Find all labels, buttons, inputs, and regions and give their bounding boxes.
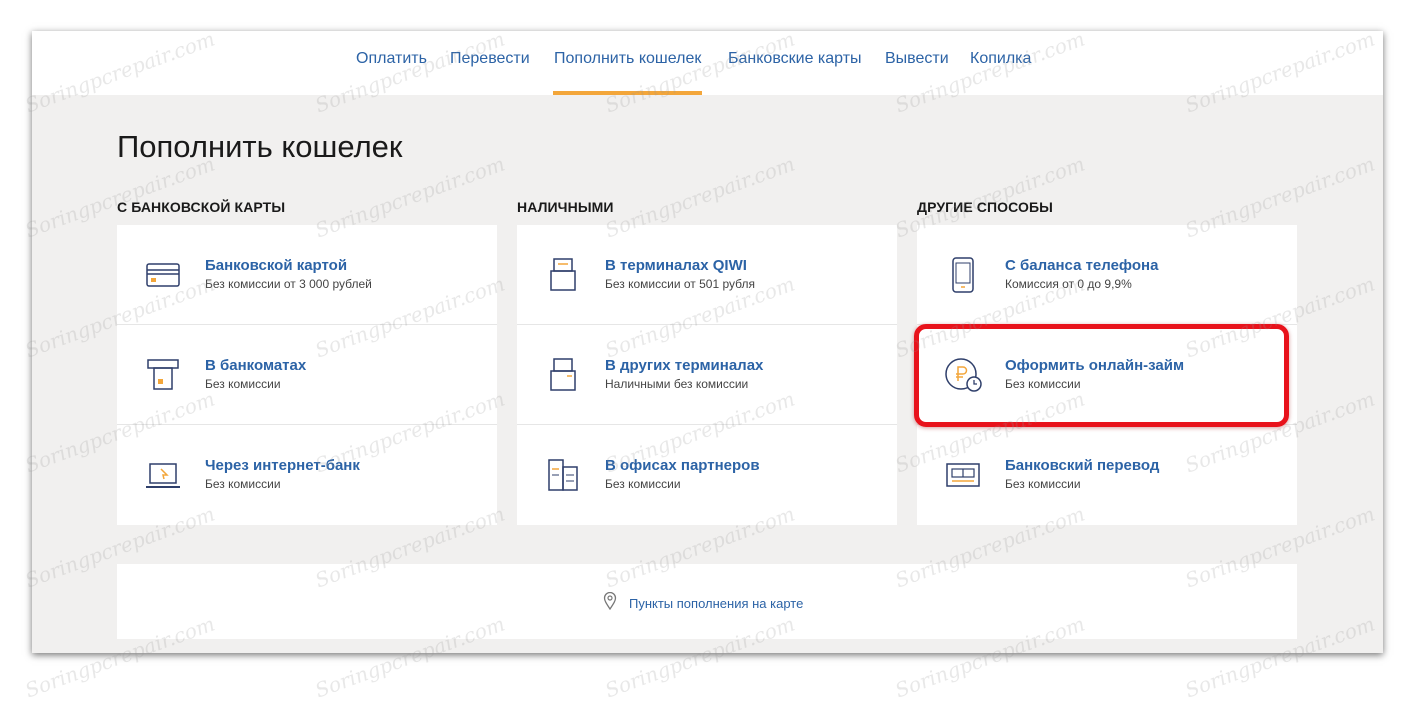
office-icon	[545, 457, 581, 493]
method-title: В банкоматах	[205, 357, 307, 374]
terminal-icon	[545, 357, 581, 393]
method-title: Банковской картой	[205, 257, 348, 274]
method-other-terminals[interactable]: В других терминалах Наличными без комисс…	[517, 325, 897, 425]
method-title: В терминалах QIWI	[605, 257, 747, 274]
nav-withdraw[interactable]: Вывести	[885, 50, 949, 68]
nav-transfer[interactable]: Перевести	[450, 50, 530, 68]
method-title: В других терминалах	[605, 357, 764, 374]
method-title: С баланса телефона	[1005, 257, 1159, 274]
method-internet-bank[interactable]: Через интернет-банк Без комиссии	[117, 425, 497, 525]
page-title: Пополнить кошелек	[117, 129, 403, 164]
top-navigation: Оплатить Перевести Пополнить кошелек Бан…	[32, 31, 1383, 95]
atm-icon	[145, 357, 181, 393]
nav-bank-cards[interactable]: Банковские карты	[728, 50, 862, 68]
phone-icon	[945, 257, 981, 293]
method-online-loan[interactable]: Оформить онлайн-займ Без комиссии	[917, 325, 1297, 425]
nav-pay[interactable]: Оплатить	[356, 50, 427, 68]
method-subtitle: Комиссия от 0 до 9,9%	[1005, 277, 1132, 291]
map-pin-icon	[603, 591, 617, 615]
method-title: Оформить онлайн-займ	[1005, 357, 1185, 374]
section-title-bank-card: С БАНКОВСКОЙ КАРТЫ	[117, 199, 286, 215]
method-subtitle: Без комиссии	[205, 377, 281, 391]
method-subtitle: Без комиссии	[605, 477, 681, 491]
qiwi-terminal-icon	[545, 257, 581, 293]
section-title-cash: НАЛИЧНЫМИ	[517, 199, 614, 215]
method-partner-offices[interactable]: В офисах партнеров Без комиссии	[517, 425, 897, 525]
nav-topup-wallet[interactable]: Пополнить кошелек	[552, 50, 703, 95]
laptop-icon	[145, 457, 181, 493]
bank-transfer-icon	[945, 457, 981, 493]
method-bank-card[interactable]: Банковской картой Без комиссии от 3 000 …	[117, 225, 497, 325]
method-title: Банковский перевод	[1005, 457, 1160, 474]
method-subtitle: Без комиссии от 501 рубля	[605, 277, 755, 291]
method-qiwi-terminal[interactable]: В терминалах QIWI Без комиссии от 501 ру…	[517, 225, 897, 325]
other-methods: С баланса телефона Комиссия от 0 до 9,9%…	[917, 225, 1297, 525]
section-title-other: ДРУГИЕ СПОСОБЫ	[917, 199, 1053, 215]
method-title: Через интернет-банк	[205, 457, 360, 474]
map-points-link[interactable]: Пункты пополнения на карте	[117, 564, 1297, 639]
method-subtitle: Без комиссии	[1005, 477, 1081, 491]
map-points-label: Пункты пополнения на карте	[629, 596, 804, 611]
method-subtitle: Без комиссии	[205, 477, 281, 491]
method-title: В офисах партнеров	[605, 457, 760, 474]
ruble-clock-icon	[945, 357, 982, 393]
method-subtitle: Наличными без комиссии	[605, 377, 749, 391]
bank-card-methods: Банковской картой Без комиссии от 3 000 …	[117, 225, 497, 525]
qiwi-wallet-window: Оплатить Перевести Пополнить кошелек Бан…	[32, 31, 1383, 653]
method-phone-balance[interactable]: С баланса телефона Комиссия от 0 до 9,9%	[917, 225, 1297, 325]
nav-piggy-bank[interactable]: Копилка	[970, 50, 1031, 68]
method-subtitle: Без комиссии	[1005, 377, 1081, 391]
bank-card-icon	[145, 257, 181, 293]
cash-methods: В терминалах QIWI Без комиссии от 501 ру…	[517, 225, 897, 525]
method-subtitle: Без комиссии от 3 000 рублей	[205, 277, 372, 291]
method-atm[interactable]: В банкоматах Без комиссии	[117, 325, 497, 425]
method-bank-transfer[interactable]: Банковский перевод Без комиссии	[917, 425, 1297, 525]
